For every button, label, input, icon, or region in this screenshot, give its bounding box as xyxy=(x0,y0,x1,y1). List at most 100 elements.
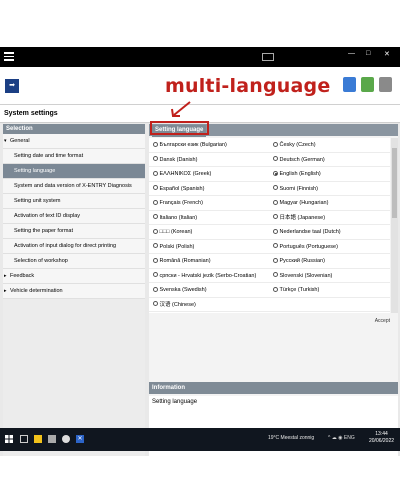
tree-item[interactable]: ▸ Vehicle determination xyxy=(3,284,145,299)
clock[interactable]: 13:44 20/06/2022 xyxy=(369,431,394,445)
information-header: Information xyxy=(149,382,398,394)
language-label: □□□ (Korean) xyxy=(159,229,193,235)
home-logo-icon[interactable]: ➡ xyxy=(5,79,19,93)
radio-button-icon[interactable] xyxy=(153,156,158,161)
tree-item[interactable]: ▸ Feedback xyxy=(3,269,145,284)
menu-icon[interactable] xyxy=(4,52,14,62)
tree-item[interactable]: Setting date and time format xyxy=(3,149,145,164)
radio-button-icon[interactable] xyxy=(273,141,278,147)
annotation-highlight-box xyxy=(150,121,209,135)
tree-item-label: Activation of input dialog for direct pr… xyxy=(14,243,117,249)
language-option[interactable]: Nederlandse taal (Dutch) xyxy=(269,225,389,239)
tree-item-label: Setting date and time format xyxy=(14,153,84,159)
weather-widget[interactable]: 19°C Meestal zonnig xyxy=(268,435,314,441)
windows-start-icon[interactable] xyxy=(5,435,13,443)
language-option[interactable]: Русский (Russian) xyxy=(269,254,389,268)
system-tray[interactable]: ^ ☁ ◉ ENG xyxy=(328,435,355,441)
language-row: Italiano (Italian) 日本語 (Japanese) xyxy=(149,211,390,225)
radio-button-icon[interactable] xyxy=(153,199,158,205)
print-icon[interactable] xyxy=(379,77,392,92)
radio-button-icon[interactable] xyxy=(153,257,158,263)
radio-button-icon[interactable] xyxy=(153,301,158,306)
close-icon[interactable]: ✕ xyxy=(384,50,390,58)
tree-item[interactable]: Setting unit system xyxy=(3,194,145,209)
tree-item[interactable]: System and data version of X-ENTRY Diagn… xyxy=(3,179,145,194)
app-icon[interactable] xyxy=(48,435,56,443)
language-label: Česky (Czech) xyxy=(279,142,316,148)
language-label: ΕΛΛΗΝΙΚΟΣ (Greek) xyxy=(159,171,212,177)
language-row: српски - Hrvatski jezik (Serbo-Croatian)… xyxy=(149,269,390,283)
radio-button-icon[interactable] xyxy=(273,228,278,234)
radio-button-icon[interactable] xyxy=(273,272,278,277)
language-option[interactable]: Română (Romanian) xyxy=(149,254,269,268)
browser-icon[interactable] xyxy=(62,435,70,443)
diagnosis-app-icon[interactable]: ✕ xyxy=(76,435,84,443)
radio-button-icon[interactable] xyxy=(273,257,278,263)
radio-button-icon[interactable] xyxy=(273,185,278,190)
language-option[interactable]: Česky (Czech) xyxy=(269,138,389,152)
tree-item[interactable]: Activation of text ID display xyxy=(3,209,145,224)
language-label: Polski (Polish) xyxy=(159,243,195,250)
accept-button[interactable]: Accept xyxy=(372,317,393,325)
radio-button-icon[interactable] xyxy=(153,185,158,190)
tree-item[interactable]: Selection of workshop xyxy=(3,254,145,269)
download-icon[interactable] xyxy=(361,77,374,92)
tree-item[interactable]: Setting the paper format xyxy=(3,224,145,239)
minimize-icon[interactable]: — xyxy=(348,50,355,57)
language-option[interactable]: ΕΛΛΗΝΙΚΟΣ (Greek) xyxy=(149,167,269,181)
language-row: Svenska (Swedish) Türkçe (Turkish) xyxy=(149,283,390,298)
language-option[interactable]: Polski (Polish) xyxy=(149,240,269,254)
language-option[interactable]: Français (French) xyxy=(149,196,269,210)
language-option[interactable]: Deutsch (German) xyxy=(269,153,389,167)
language-option[interactable]: Dansk (Danish) xyxy=(149,153,269,167)
right-panel: Setting language Български език (Bulgari… xyxy=(149,124,398,456)
language-option[interactable]: □□□ (Korean) xyxy=(149,225,269,239)
language-option[interactable]: Italiano (Italian) xyxy=(149,211,269,225)
radio-button-icon[interactable] xyxy=(153,286,158,292)
language-scrollbar[interactable] xyxy=(391,138,398,313)
language-option[interactable]: 日本語 (Japanese) xyxy=(269,211,389,225)
radio-button-icon[interactable] xyxy=(273,170,278,176)
help-chat-icon[interactable] xyxy=(343,77,356,92)
radio-button-icon[interactable] xyxy=(153,243,158,248)
application-window: — □ ✕ ➡ multi-language System settings S… xyxy=(0,47,400,456)
tree-item-label: Setting language xyxy=(14,168,56,174)
radio-button-icon[interactable] xyxy=(273,286,278,292)
maximize-icon[interactable]: □ xyxy=(366,50,370,57)
radio-button-icon[interactable] xyxy=(153,141,158,147)
radio-button-icon[interactable] xyxy=(273,214,278,219)
tree-item[interactable]: ▾ General xyxy=(3,134,145,149)
language-option[interactable]: English (English) xyxy=(269,167,389,181)
radio-button-icon[interactable] xyxy=(273,199,278,205)
language-option[interactable]: Português (Portuguese) xyxy=(269,240,389,254)
language-option[interactable]: Türkçe (Turkish) xyxy=(269,283,389,297)
language-option[interactable]: Български език (Bulgarian) xyxy=(149,138,269,152)
radio-button-icon[interactable] xyxy=(273,156,278,161)
annotation-arrow-icon xyxy=(171,101,191,117)
clock-date: 20/06/2022 xyxy=(369,438,395,444)
language-option[interactable]: 汉语 (Chinese) xyxy=(149,298,269,312)
language-label: Svenska (Swedish) xyxy=(159,287,207,293)
language-label: Nederlandse taal (Dutch) xyxy=(279,229,341,235)
language-option[interactable]: српски - Hrvatski jezik (Serbo-Croatian) xyxy=(149,269,269,283)
tree-item-label: Setting unit system xyxy=(14,198,61,204)
radio-button-icon[interactable] xyxy=(153,170,158,176)
task-view-icon[interactable] xyxy=(20,435,28,443)
language-label: Русский (Russian) xyxy=(279,258,325,264)
tree-item-label: Setting the paper format xyxy=(14,228,74,234)
language-option[interactable]: Slovenski (Slovenian) xyxy=(269,269,389,283)
language-option[interactable]: Suomi (Finnish) xyxy=(269,182,389,196)
tree-item[interactable]: Setting language xyxy=(3,164,145,179)
radio-button-icon[interactable] xyxy=(153,214,158,219)
tree-item[interactable]: Activation of input dialog for direct pr… xyxy=(3,239,145,254)
language-label: Italiano (Italian) xyxy=(159,214,198,221)
left-panel: Selection ▾ General Setting date and time … xyxy=(3,124,145,456)
language-option[interactable]: Español (Spanish) xyxy=(149,182,269,196)
radio-button-icon[interactable] xyxy=(273,243,278,248)
file-explorer-icon[interactable] xyxy=(34,435,42,443)
radio-button-icon[interactable] xyxy=(153,228,158,234)
title-bar: — □ ✕ xyxy=(0,47,400,67)
language-option[interactable]: Svenska (Swedish) xyxy=(149,283,269,297)
radio-button-icon[interactable] xyxy=(153,272,158,277)
language-option[interactable]: Magyar (Hungarian) xyxy=(269,196,389,210)
